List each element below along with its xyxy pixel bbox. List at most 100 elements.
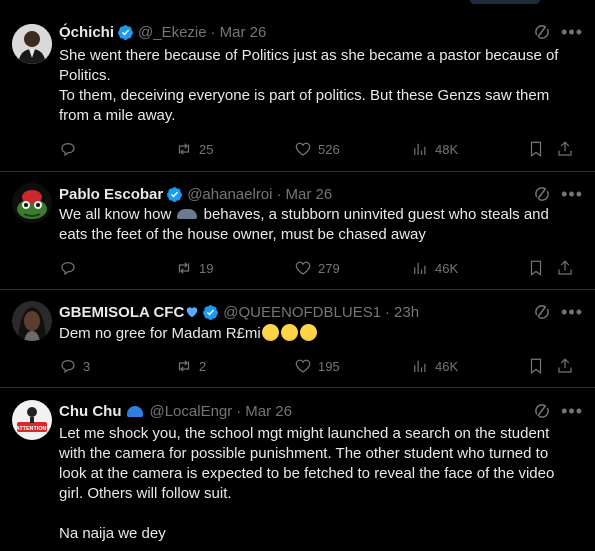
bookmark-icon xyxy=(530,358,542,374)
views-button[interactable]: 46K xyxy=(411,259,458,277)
avatar[interactable] xyxy=(12,183,52,223)
rofl-emoji-icon xyxy=(299,324,317,341)
verified-badge-icon xyxy=(203,304,219,320)
tweet-text: Let me shock you, the school mgt might l… xyxy=(59,424,579,544)
laughing-emoji-icon xyxy=(261,324,279,341)
views-icon xyxy=(414,262,426,274)
like-button[interactable]: 195 xyxy=(294,357,340,375)
views-icon xyxy=(414,143,426,155)
blue-cap-icon xyxy=(127,405,144,417)
more-icon[interactable]: ••• xyxy=(561,402,583,420)
repost-count: 19 xyxy=(199,260,214,276)
tweet-text: Dem no gree for Madam R£mi xyxy=(59,324,579,344)
handle[interactable]: @_Ekezie xyxy=(138,24,207,41)
handle[interactable]: @ahanaelroi xyxy=(187,186,272,203)
grok-icon[interactable] xyxy=(533,185,551,203)
more-icon[interactable]: ••• xyxy=(561,185,583,203)
avatar-text: ATTENTION! xyxy=(16,426,48,432)
like-button[interactable]: 279 xyxy=(294,259,340,277)
like-icon xyxy=(295,142,311,156)
like-count: 195 xyxy=(318,358,340,374)
reply-button[interactable] xyxy=(59,259,83,277)
bookmark-icon xyxy=(530,141,542,157)
grok-icon[interactable] xyxy=(533,402,551,420)
reply-icon xyxy=(61,262,75,276)
repost-icon xyxy=(178,262,190,274)
reply-icon xyxy=(61,360,75,374)
bookmark-button[interactable] xyxy=(527,140,545,158)
separator-dot: · xyxy=(210,23,216,41)
reply-count: 3 xyxy=(83,358,91,374)
more-icon[interactable]: ••• xyxy=(561,23,583,41)
display-name[interactable]: Chu Chu xyxy=(59,403,121,420)
tweet-text-line: To them, deceiving everyone is part of p… xyxy=(59,87,550,124)
grok-icon[interactable] xyxy=(533,23,551,41)
action-bar: 25 526 48K xyxy=(59,139,581,159)
handle[interactable]: @QUEENOFDBLUES1 xyxy=(223,304,381,321)
like-count: 526 xyxy=(318,141,340,157)
avatar[interactable] xyxy=(12,24,52,64)
timestamp[interactable]: 23h xyxy=(394,304,419,321)
display-name[interactable]: Ọ́chichi xyxy=(59,24,114,41)
rofl-emoji-icon xyxy=(280,324,298,341)
share-icon xyxy=(558,358,572,373)
tweet-header: GBEMISOLA CFC @QUEENOFDBLUES1 · 23h ••• xyxy=(59,301,583,323)
more-icon[interactable]: ••• xyxy=(561,303,583,321)
grok-icon[interactable] xyxy=(533,303,551,321)
timestamp[interactable]: Mar 26 xyxy=(286,186,333,203)
repost-button[interactable]: 19 xyxy=(175,259,213,277)
bookmark-icon xyxy=(530,260,542,276)
attention-sign-image: ATTENTION! xyxy=(12,400,52,440)
verified-badge-icon xyxy=(118,24,133,40)
tweet[interactable]: Ọ́chichi @_Ekezie · Mar 26 ••• She went … xyxy=(0,0,595,172)
timestamp[interactable]: Mar 26 xyxy=(245,403,292,420)
tweet-text-line: She went there because of Politics just … xyxy=(59,47,559,84)
display-name[interactable]: GBEMISOLA CFC xyxy=(59,304,184,321)
tweet-text: We all know how behaves, a stubborn unin… xyxy=(59,205,579,245)
share-button[interactable] xyxy=(556,259,574,277)
views-count: 46K xyxy=(435,358,459,374)
repost-icon xyxy=(178,360,190,372)
views-button[interactable]: 48K xyxy=(411,140,458,158)
display-name[interactable]: Pablo Escobar xyxy=(59,186,163,203)
repost-count: 25 xyxy=(199,141,214,157)
reply-button[interactable] xyxy=(59,140,83,158)
tweet[interactable]: GBEMISOLA CFC @QUEENOFDBLUES1 · 23h ••• … xyxy=(0,290,595,388)
tweet-text-part: We all know how xyxy=(59,206,172,223)
share-button[interactable] xyxy=(556,140,574,158)
avatar[interactable] xyxy=(12,301,52,341)
car-emoji-icon xyxy=(177,209,198,219)
timestamp[interactable]: Mar 26 xyxy=(220,24,267,41)
share-button[interactable] xyxy=(556,357,574,375)
reply-icon xyxy=(61,143,75,157)
separator-dot: · xyxy=(276,185,282,203)
views-button[interactable]: 46K xyxy=(411,357,458,375)
tweet-header: Ọ́chichi @_Ekezie · Mar 26 ••• xyxy=(59,21,583,43)
action-bar: 3 2 195 46K xyxy=(59,356,581,376)
avatar[interactable]: ATTENTION! xyxy=(12,400,52,440)
separator-dot: · xyxy=(385,303,391,321)
blue-heart-icon xyxy=(187,307,198,318)
handle[interactable]: @LocalEngr xyxy=(149,403,232,420)
like-button[interactable]: 526 xyxy=(294,140,340,158)
tweet-text-line: Na naija we dey xyxy=(59,525,166,542)
bookmark-button[interactable] xyxy=(527,357,545,375)
like-icon xyxy=(295,261,311,275)
tweet[interactable]: Pablo Escobar @ahanaelroi · Mar 26 ••• W… xyxy=(0,172,595,290)
share-icon xyxy=(558,260,572,275)
tweet-header: Pablo Escobar @ahanaelroi · Mar 26 ••• xyxy=(59,183,583,205)
share-icon xyxy=(558,141,572,156)
bookmark-button[interactable] xyxy=(527,259,545,277)
tweet-text: She went there because of Politics just … xyxy=(59,46,579,126)
repost-icon xyxy=(178,143,190,155)
like-count: 279 xyxy=(318,260,340,276)
views-count: 48K xyxy=(435,141,459,157)
reply-button[interactable]: 3 xyxy=(59,357,90,375)
separator-dot: · xyxy=(236,402,242,420)
repost-button[interactable]: 25 xyxy=(175,140,213,158)
repost-button[interactable]: 2 xyxy=(175,357,206,375)
tweet[interactable]: ATTENTION! Chu Chu @LocalEngr · Mar 26 •… xyxy=(0,388,595,551)
tweet-text-part: Dem no gree for Madam R£mi xyxy=(59,325,261,342)
views-count: 46K xyxy=(435,260,459,276)
tweet-header: Chu Chu @LocalEngr · Mar 26 ••• xyxy=(59,400,583,422)
